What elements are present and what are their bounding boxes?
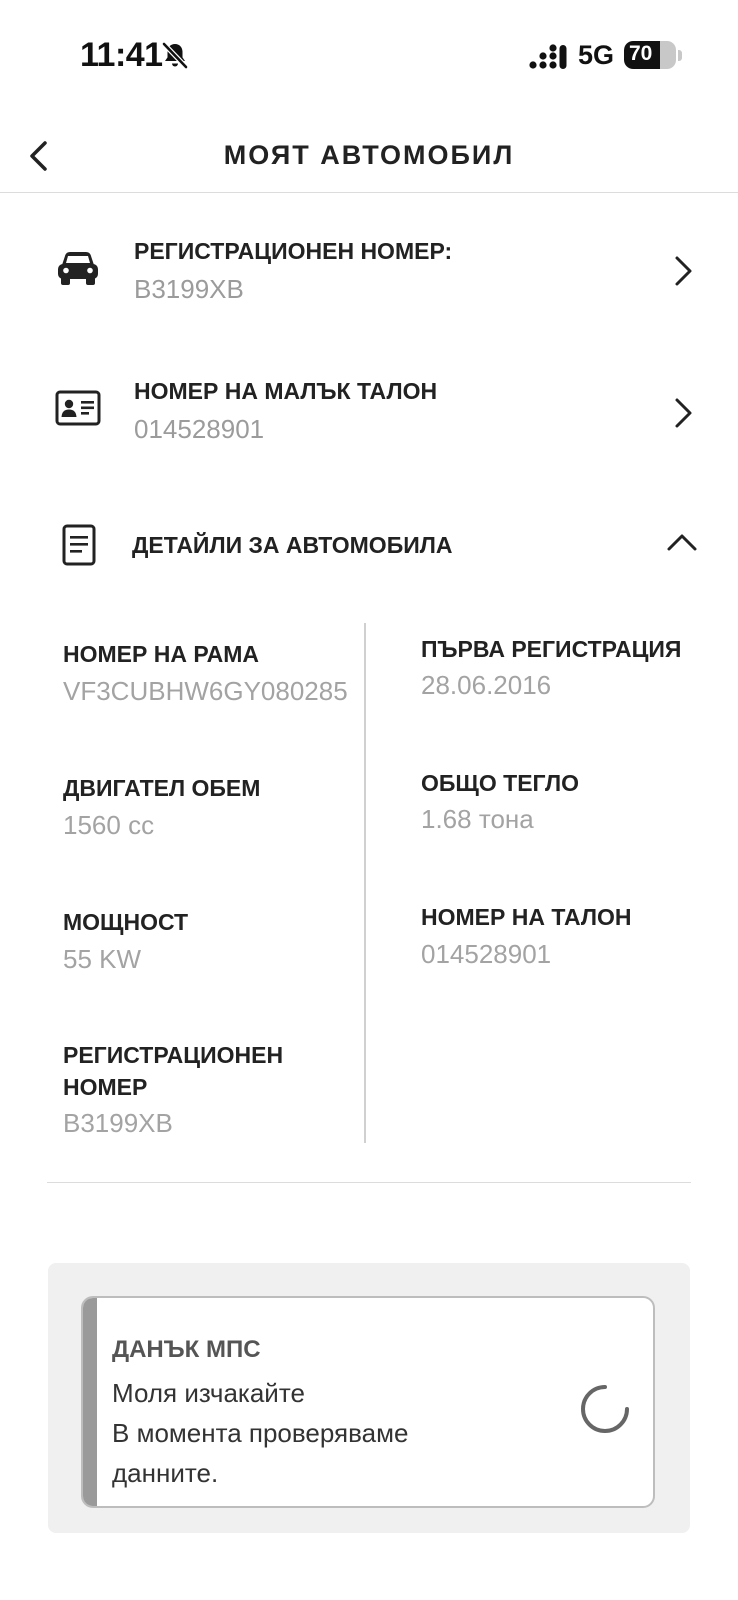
first-registration-value: 28.06.2016 <box>421 670 552 700</box>
signal-icon <box>529 44 567 69</box>
registration-number-label: РЕГИСТРАЦИОНЕН НОМЕР: <box>134 238 453 264</box>
chevron-right-icon <box>675 398 692 428</box>
small-talon-value: 014528901 <box>134 414 265 444</box>
status-time: 11:41 <box>80 36 163 74</box>
talon-number-value: 014528901 <box>421 939 552 969</box>
first-registration-label: ПЪРВА РЕГИСТРАЦИЯ <box>421 636 682 662</box>
tax-message-line1: Моля изчакайте <box>112 1378 305 1408</box>
chevron-up-icon <box>667 534 697 551</box>
talon-number-label: НОМЕР НА ТАЛОН <box>421 904 632 930</box>
details-bottom-divider <box>47 1182 691 1183</box>
small-talon-label: НОМЕР НА МАЛЪК ТАЛОН <box>134 378 438 404</box>
header-divider <box>0 192 738 193</box>
total-weight-value: 1.68 тона <box>421 804 534 834</box>
small-talon-row[interactable]: НОМЕР НА МАЛЪК ТАЛОН 014528901 <box>0 360 738 470</box>
vehicle-details-label: ДЕТАЙЛИ ЗА АВТОМОБИЛА <box>132 532 453 558</box>
network-type: 5G <box>578 40 615 70</box>
details-column-divider <box>364 623 366 1143</box>
engine-volume-value: 1560 cc <box>63 810 155 840</box>
reg-number-label-line1: РЕГИСТРАЦИОНЕН <box>63 1042 284 1068</box>
tax-card-accent-bar <box>83 1298 97 1506</box>
vin-label: НОМЕР НА РАМА <box>63 641 260 667</box>
registration-number-row[interactable]: РЕГИСТРАЦИОНЕН НОМЕР: B3199XB <box>0 220 738 330</box>
vehicle-tax-title: ДАНЪК МПС <box>112 1336 261 1363</box>
tax-message-line3: данните. <box>112 1458 219 1488</box>
bell-muted-icon <box>162 42 188 69</box>
vehicle-details-toggle[interactable]: ДЕТАЙЛИ ЗА АВТОМОБИЛА <box>0 510 738 580</box>
car-icon <box>58 252 98 285</box>
power-value: 55 KW <box>63 944 142 974</box>
total-weight-label: ОБЩО ТЕГЛО <box>421 770 580 796</box>
battery-tip <box>678 50 682 61</box>
registration-number-value: B3199XB <box>134 274 244 304</box>
id-card-icon <box>55 390 101 426</box>
power-label: МОЩНОСТ <box>63 909 189 935</box>
battery-icon: 70 <box>624 41 676 69</box>
engine-volume-label: ДВИГАТЕЛ ОБЕМ <box>63 775 261 801</box>
battery-percent: 70 <box>629 42 653 65</box>
chevron-right-icon <box>675 256 692 286</box>
document-icon <box>62 524 96 566</box>
tax-message-line2: В момента проверяваме <box>112 1418 409 1448</box>
loading-spinner-icon <box>581 1385 629 1433</box>
vin-value: VF3CUBHW6GY080285 <box>63 676 348 706</box>
reg-number-label-line2: НОМЕР <box>63 1074 148 1100</box>
page-title: МОЯТ АВТОМОБИЛ <box>223 140 515 170</box>
reg-number-value: B3199XB <box>63 1108 173 1138</box>
